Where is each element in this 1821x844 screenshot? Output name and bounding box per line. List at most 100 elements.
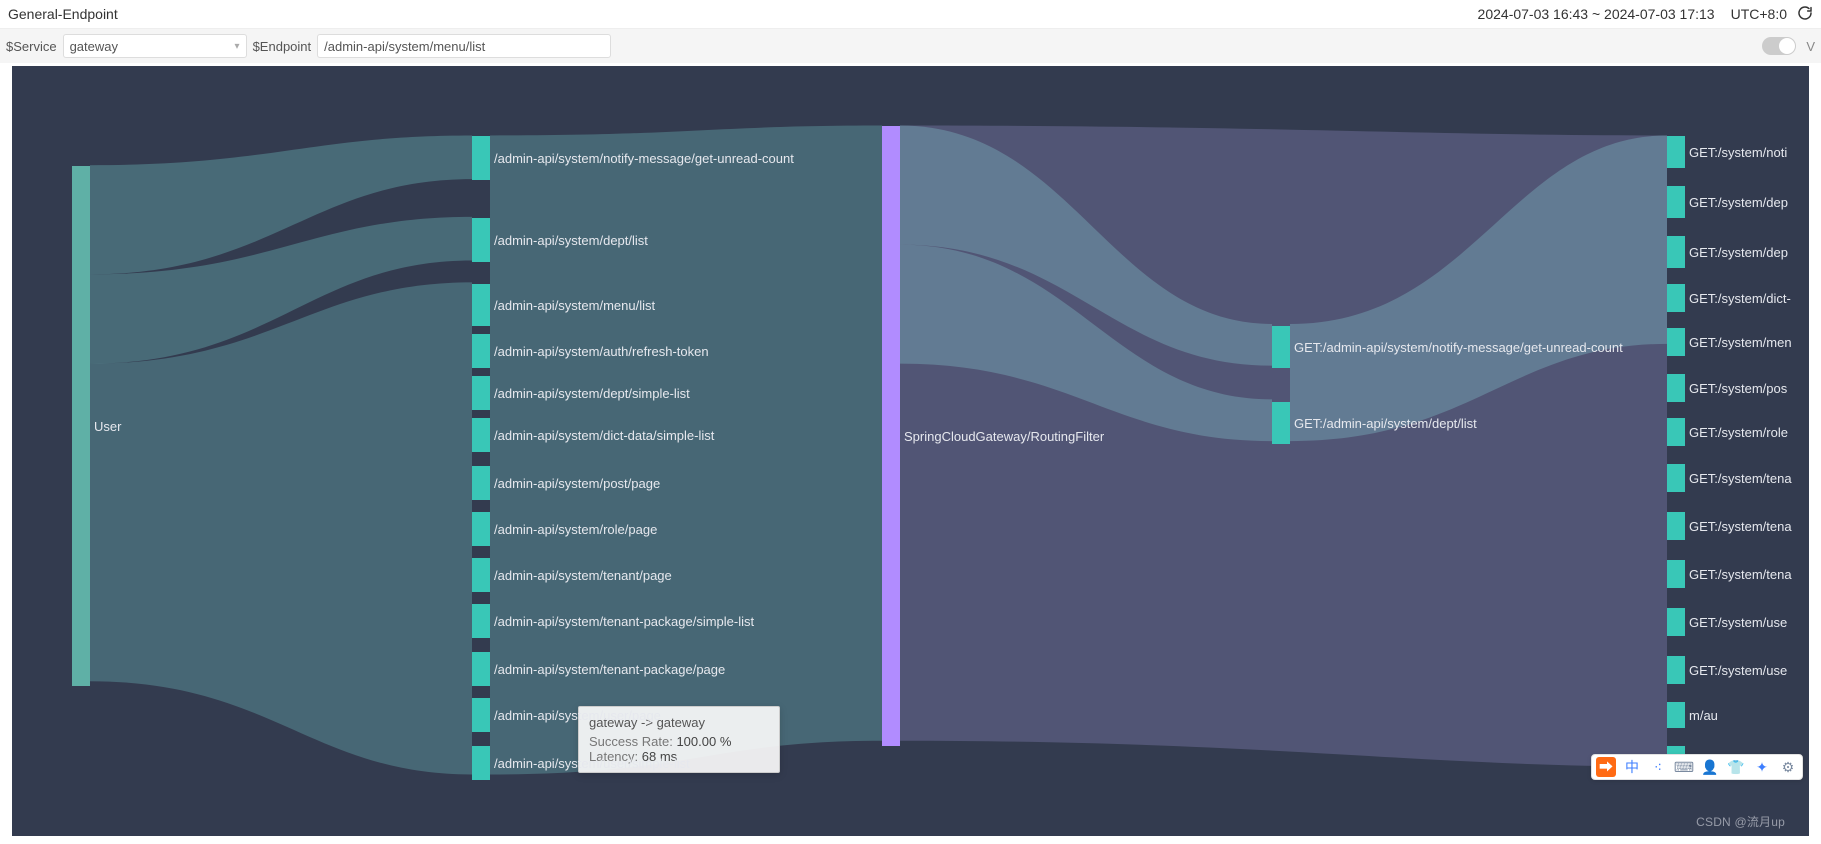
endpoint-input[interactable]: /admin-api/system/menu/list — [317, 34, 611, 58]
refresh-icon[interactable] — [1797, 5, 1813, 24]
sankey-node-get_system-8[interactable]: GET:/system/tena — [1667, 512, 1792, 540]
sankey-node-label: GET:/system/dep — [1689, 245, 1788, 260]
sankey-node-bar — [1667, 464, 1685, 492]
sankey-node-endpoints-0[interactable]: /admin-api/system/notify-message/get-unr… — [472, 136, 794, 180]
lang-zh-icon[interactable]: 中 — [1622, 757, 1642, 777]
sankey-node-label: /admin-api/system/role/page — [494, 522, 657, 537]
sankey-node-endpoints-7[interactable]: /admin-api/system/role/page — [472, 512, 657, 546]
sankey-node-label: /admin-api/system/auth/refresh-token — [494, 344, 709, 359]
sankey-node-label: /admin-api/system/menu/list — [494, 298, 655, 313]
sankey-node-get_system-5[interactable]: GET:/system/pos — [1667, 374, 1787, 402]
user-icon[interactable]: 👤 — [1700, 757, 1720, 777]
sankey-node-label: GET:/admin-api/system/dept/list — [1294, 416, 1477, 431]
sankey-node-routing-0[interactable]: SpringCloudGateway/RoutingFilter — [882, 126, 1104, 746]
sankey-node-bar — [72, 166, 90, 686]
sankey-node-bar — [472, 334, 490, 368]
sankey-node-bar — [1667, 702, 1685, 728]
sankey-node-get_system-4[interactable]: GET:/system/men — [1667, 328, 1792, 356]
service-label: $Service — [6, 39, 57, 54]
top-bar: General-Endpoint 2024-07-03 16:43 ~ 2024… — [0, 0, 1821, 29]
sankey-node-endpoints-3[interactable]: /admin-api/system/auth/refresh-token — [472, 334, 709, 368]
sankey-node-endpoints-12[interactable]: /admin-api/system/user/simple-list — [472, 746, 690, 780]
floating-toolbar: ⮕ 中 ⁖ ⌨ 👤 👕 ✦ ⚙ — [1591, 754, 1803, 780]
view-toggle-label: V — [1806, 39, 1815, 54]
sankey-node-label: GET:/system/tena — [1689, 519, 1792, 534]
sankey-node-bar — [1667, 236, 1685, 268]
sankey-node-get_system-6[interactable]: GET:/system/role — [1667, 418, 1788, 446]
sankey-node-bar — [472, 698, 490, 732]
sankey-node-bar — [1272, 326, 1290, 368]
sankey-node-label: GET:/system/tena — [1689, 471, 1792, 486]
sankey-node-get_system-3[interactable]: GET:/system/dict- — [1667, 284, 1791, 312]
sankey-node-label: GET:/system/dep — [1689, 195, 1788, 210]
sankey-node-label: /admin-api/system/tenant/page — [494, 568, 672, 583]
sankey-node-label: /admin-api/system/tenant-package/page — [494, 662, 725, 677]
keyboard-icon[interactable]: ⌨ — [1674, 757, 1694, 777]
sankey-node-get_system-12[interactable]: m/au — [1667, 702, 1718, 728]
sankey-node-get_system-10[interactable]: GET:/system/use — [1667, 608, 1787, 636]
sankey-node-endpoints-4[interactable]: /admin-api/system/dept/simple-list — [472, 376, 690, 410]
sankey-node-bar — [472, 466, 490, 500]
sankey-node-bar — [1667, 418, 1685, 446]
sankey-chart[interactable]: gateway -> gateway Success Rate: 100.00 … — [0, 62, 1821, 844]
sankey-node-endpoints-9[interactable]: /admin-api/system/tenant-package/simple-… — [472, 604, 754, 638]
sankey-node-endpoints-5[interactable]: /admin-api/system/dict-data/simple-list — [472, 418, 714, 452]
endpoint-label: $Endpoint — [253, 39, 312, 54]
sankey-node-bar — [472, 218, 490, 262]
sankey-node-bar — [472, 652, 490, 686]
shirt-icon[interactable]: 👕 — [1726, 757, 1746, 777]
gear-icon[interactable]: ⚙ — [1778, 757, 1798, 777]
chevron-down-icon: ▾ — [235, 41, 240, 52]
sankey-node-label: /admin-api/system/notify-message/get-unr… — [494, 151, 794, 166]
sankey-node-label: GET:/system/tena — [1689, 567, 1792, 582]
sankey-node-label: /admin-api/system/user/page — [494, 708, 661, 723]
sankey-node-bar — [1667, 512, 1685, 540]
sankey-node-endpoints-10[interactable]: /admin-api/system/tenant-package/page — [472, 652, 725, 686]
sankey-node-bar — [472, 512, 490, 546]
sankey-node-label: /admin-api/system/user/simple-list — [494, 756, 690, 771]
page-title: General-Endpoint — [8, 6, 118, 22]
sankey-node-endpoints-2[interactable]: /admin-api/system/menu/list — [472, 284, 655, 326]
filter-bar: $Service gateway ▾ $Endpoint /admin-api/… — [0, 29, 1821, 63]
sankey-node-bar — [472, 284, 490, 326]
sankey-node-bar — [472, 558, 490, 592]
time-range[interactable]: 2024-07-03 16:43 ~ 2024-07-03 17:13 — [1478, 6, 1715, 22]
sankey-node-endpoints-1[interactable]: /admin-api/system/dept/list — [472, 218, 648, 262]
sankey-node-get_system-7[interactable]: GET:/system/tena — [1667, 464, 1792, 492]
sankey-node-bar — [472, 136, 490, 180]
sankey-node-label: GET:/system/role — [1689, 425, 1788, 440]
sankey-node-label: /admin-api/system/tenant-package/simple-… — [494, 614, 754, 629]
sankey-node-get_system-1[interactable]: GET:/system/dep — [1667, 186, 1788, 218]
sankey-node-get_system-11[interactable]: GET:/system/use — [1667, 656, 1787, 684]
view-toggle[interactable] — [1762, 37, 1796, 55]
timezone[interactable]: UTC+8:0 — [1731, 6, 1787, 22]
ai-icon[interactable]: ✦ — [1752, 757, 1772, 777]
sankey-node-endpoints-6[interactable]: /admin-api/system/post/page — [472, 466, 660, 500]
sankey-node-endpoints-8[interactable]: /admin-api/system/tenant/page — [472, 558, 672, 592]
sankey-node-label: User — [94, 419, 121, 434]
sankey-node-label: /admin-api/system/dict-data/simple-list — [494, 428, 714, 443]
sankey-node-bar — [1667, 560, 1685, 588]
sankey-node-endpoints-11[interactable]: /admin-api/system/user/page — [472, 698, 661, 732]
sankey-node-bar — [1272, 402, 1290, 444]
sankey-node-user-0[interactable]: User — [72, 166, 121, 686]
sankey-node-label: GET:/system/noti — [1689, 145, 1787, 160]
sankey-node-get_system-2[interactable]: GET:/system/dep — [1667, 236, 1788, 268]
service-select[interactable]: gateway ▾ — [63, 34, 247, 58]
sankey-node-get_admin-0[interactable]: GET:/admin-api/system/notify-message/get… — [1272, 326, 1623, 368]
sankey-node-get_admin-1[interactable]: GET:/admin-api/system/dept/list — [1272, 402, 1477, 444]
sankey-node-label: GET:/system/use — [1689, 615, 1787, 630]
sankey-node-label: GET:/system/dict- — [1689, 291, 1791, 306]
sankey-node-get_system-9[interactable]: GET:/system/tena — [1667, 560, 1792, 588]
sankey-node-get_system-0[interactable]: GET:/system/noti — [1667, 136, 1787, 168]
sankey-node-bar — [472, 604, 490, 638]
sankey-node-label: GET:/admin-api/system/notify-message/get… — [1294, 340, 1623, 355]
sankey-node-label: /admin-api/system/post/page — [494, 476, 660, 491]
app-icon[interactable]: ⮕ — [1596, 757, 1616, 777]
cmd-icon[interactable]: ⁖ — [1648, 757, 1668, 777]
sankey-node-label: GET:/system/pos — [1689, 381, 1787, 396]
sankey-node-bar — [1667, 608, 1685, 636]
service-value: gateway — [70, 39, 118, 54]
sankey-node-label: GET:/system/men — [1689, 335, 1792, 350]
sankey-node-bar — [1667, 328, 1685, 356]
